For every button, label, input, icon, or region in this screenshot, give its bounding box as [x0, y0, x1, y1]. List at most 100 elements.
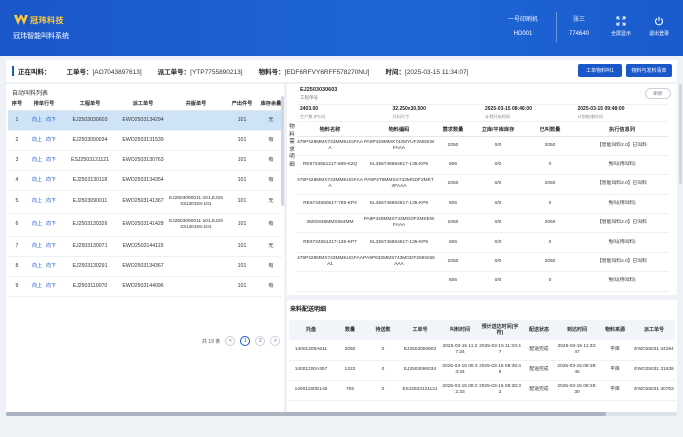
table-row[interactable]: 4 向上 向下 EJ2503130118 EWO2503134354 101 有 — [8, 170, 282, 191]
col-tray: 托盘 — [289, 320, 333, 340]
cell: 101 — [224, 150, 260, 171]
cell: 有 — [260, 150, 282, 171]
cell: 101 — [224, 130, 260, 151]
page-1-button[interactable]: 1 — [240, 336, 251, 346]
table-row[interactable]: 9 向上 向下 EJ2503110070 EWO2503144096 101 有 — [8, 276, 282, 297]
work-order-detail-panel: EJ2503030603 工程单号 刷新 2403.00 生产数 (PCS) 32… — [287, 84, 677, 295]
cell: EWO2503134367 — [118, 256, 168, 277]
move-down-button[interactable]: 向下 — [46, 263, 56, 269]
page-2-button[interactable]: 2 — [255, 336, 266, 346]
table-row: RE6734550617-765-KP4 KL356746864817-135-K… — [297, 194, 669, 215]
fullscreen-icon — [601, 16, 641, 26]
move-down-button[interactable]: 向下 — [46, 283, 56, 289]
left-panel-scrollbar[interactable] — [281, 96, 284, 206]
table-row[interactable]: 7 向上 向下 EJ2503130071 EWO2503144119 101 无 — [8, 236, 282, 257]
prev-page-button[interactable]: < — [225, 336, 236, 346]
cell: 1 — [8, 110, 26, 131]
cell: 4 — [8, 170, 26, 191]
fullscreen-button[interactable]: 全屏显示 — [601, 16, 641, 37]
move-up-button[interactable]: 向上 — [32, 157, 42, 163]
calling-status: 正在叫料： — [18, 69, 51, 76]
accent-bar — [12, 66, 14, 76]
col-called-qty: 已叫数量 — [525, 124, 575, 137]
move-up-button[interactable]: 向上 — [32, 198, 42, 204]
horizontal-scrollbar[interactable] — [6, 412, 677, 416]
cell: 101 — [224, 236, 260, 257]
work-order-code-label: 工程单号 — [300, 95, 318, 100]
cell-ops: 向上 向下 — [26, 190, 62, 214]
material-info: 物料号：[EDF6RFVY6RFF578270NU] — [258, 69, 370, 76]
cell: 7 — [8, 236, 26, 257]
move-up-button[interactable]: 向上 — [32, 117, 42, 123]
cell: 2 — [8, 130, 26, 151]
table-row: 14001200A357 1222 0 EJ2503090034 2025-03-15 … — [289, 360, 675, 381]
move-up-button[interactable]: 向上 — [32, 177, 42, 183]
cell: EJ2503090034 — [62, 130, 118, 151]
cell: EWO2503131539 — [118, 130, 168, 151]
cell-ops: 向上 向下 — [26, 110, 62, 131]
panel-title: 来料配送明细 — [290, 307, 327, 313]
table-row[interactable]: 8 向上 向下 EJ2503130291 EWO2503134367 101 有 — [8, 256, 282, 277]
cell: 101 — [224, 110, 260, 131]
table-row[interactable]: 1 向上 向下 EJ2503030603 EWO2503134294 101 无 — [8, 110, 282, 131]
pager-total: 共 19 条 — [202, 338, 221, 345]
cell: EJ2503030603 — [62, 110, 118, 131]
page-scrollbar[interactable] — [679, 84, 682, 184]
col-qty: 数量 — [333, 320, 367, 340]
move-down-button[interactable]: 向下 — [46, 198, 56, 204]
col-stock: 立库/平库库存 — [471, 124, 525, 137]
scrollbar-thumb[interactable] — [6, 412, 606, 416]
refresh-label: 刷新 — [653, 92, 663, 97]
move-down-button[interactable]: 向下 — [46, 137, 56, 143]
move-up-button[interactable]: 向上 — [32, 283, 42, 289]
time-info: 时间：[2025-03-15 11:34:07] — [385, 69, 469, 76]
table-row[interactable]: 6 向上 向下 EJ2503130326 EWO2503141428 EJ2503… — [8, 213, 282, 237]
cell: 5 — [8, 190, 26, 214]
calling-info-bar: 正在叫料： 工单号：[AO7043897613] 派工单号：[YTP775589… — [6, 60, 677, 82]
material-list-button[interactable]: 物料与发料清单 — [626, 64, 672, 77]
system-title: 冠玮智能叫料系统 — [13, 33, 69, 40]
user-name: 张三 — [572, 17, 585, 23]
delivery-table: 托盘 数量 待送数 工单号 叫料时间 预计送达时间(字符) 配送状态 到达时间 … — [289, 320, 675, 401]
move-up-button[interactable]: 向上 — [32, 221, 42, 227]
col-project: 工程单号 — [62, 98, 118, 111]
cell: 9 — [8, 276, 26, 297]
table-header: 物料名称 物料编码 需求数量 立库/平库库存 已叫数量 执行信息列 — [297, 124, 669, 137]
move-up-button[interactable]: 向上 — [32, 137, 42, 143]
table-row[interactable]: 5 向上 向下 EJ2503090011 EWO2503141367 EJ2503… — [8, 190, 282, 214]
next-page-button[interactable]: > — [270, 336, 281, 346]
auto-call-table: 序号 排单行号 工程单号 派工单号 共版单号 产出件号 库存余量 1 向上 向下 … — [8, 98, 282, 297]
cell — [168, 150, 224, 171]
cell: 101 — [224, 256, 260, 277]
cell — [168, 276, 224, 297]
cell — [168, 236, 224, 257]
pagination: 共 19 条 < 1 2 > — [202, 336, 281, 346]
cell: ESJ2503121121 — [62, 150, 118, 171]
work-order-info: 工单号：[AO7043897613] — [66, 69, 142, 76]
move-down-button[interactable]: 向下 — [46, 221, 56, 227]
move-up-button[interactable]: 向上 — [32, 243, 42, 249]
table-row: 479P429MMX743MMKUGFAAA PA9P4T9MMSX743MGDF… — [297, 174, 669, 195]
table-row[interactable]: 2 向上 向下 EJ2503090034 EWO2503131539 101 有 — [8, 130, 282, 151]
app-header: 冠玮科技 冠玮智能叫料系统 一号印刷机 HD001 张三 774640 全屏显示… — [0, 0, 683, 56]
cell: 无 — [260, 110, 282, 131]
move-down-button[interactable]: 向下 — [46, 117, 56, 123]
move-down-button[interactable]: 向下 — [46, 243, 56, 249]
table-row: 14001200A611 2050 0 EJ2503050603 2025-03-15 … — [289, 340, 675, 361]
logout-button[interactable]: 退出登录 — [639, 16, 679, 37]
machine-label: 一号印刷机 — [507, 17, 538, 23]
user-info: 张三 774640 — [561, 14, 597, 37]
table-row[interactable]: 3 向上 向下 ESJ2503121121 EWO2503130763 101 有 — [8, 150, 282, 171]
cell: 6 — [8, 213, 26, 237]
move-down-button[interactable]: 向下 — [46, 157, 56, 163]
logo: 冠玮科技 — [14, 14, 64, 26]
refresh-button[interactable]: 刷新 — [645, 88, 671, 99]
table-header: 序号 排单行号 工程单号 派工单号 共版单号 产出件号 库存余量 — [8, 98, 282, 111]
cell: 101 — [224, 190, 260, 214]
work-order-call-button[interactable]: 工单物料叫1 — [578, 64, 622, 77]
cell — [168, 170, 224, 191]
cell: EJ2503130118 — [62, 170, 118, 191]
machine-info: 一号印刷机 HD001 — [498, 14, 548, 37]
move-down-button[interactable]: 向下 — [46, 177, 56, 183]
move-up-button[interactable]: 向上 — [32, 263, 42, 269]
